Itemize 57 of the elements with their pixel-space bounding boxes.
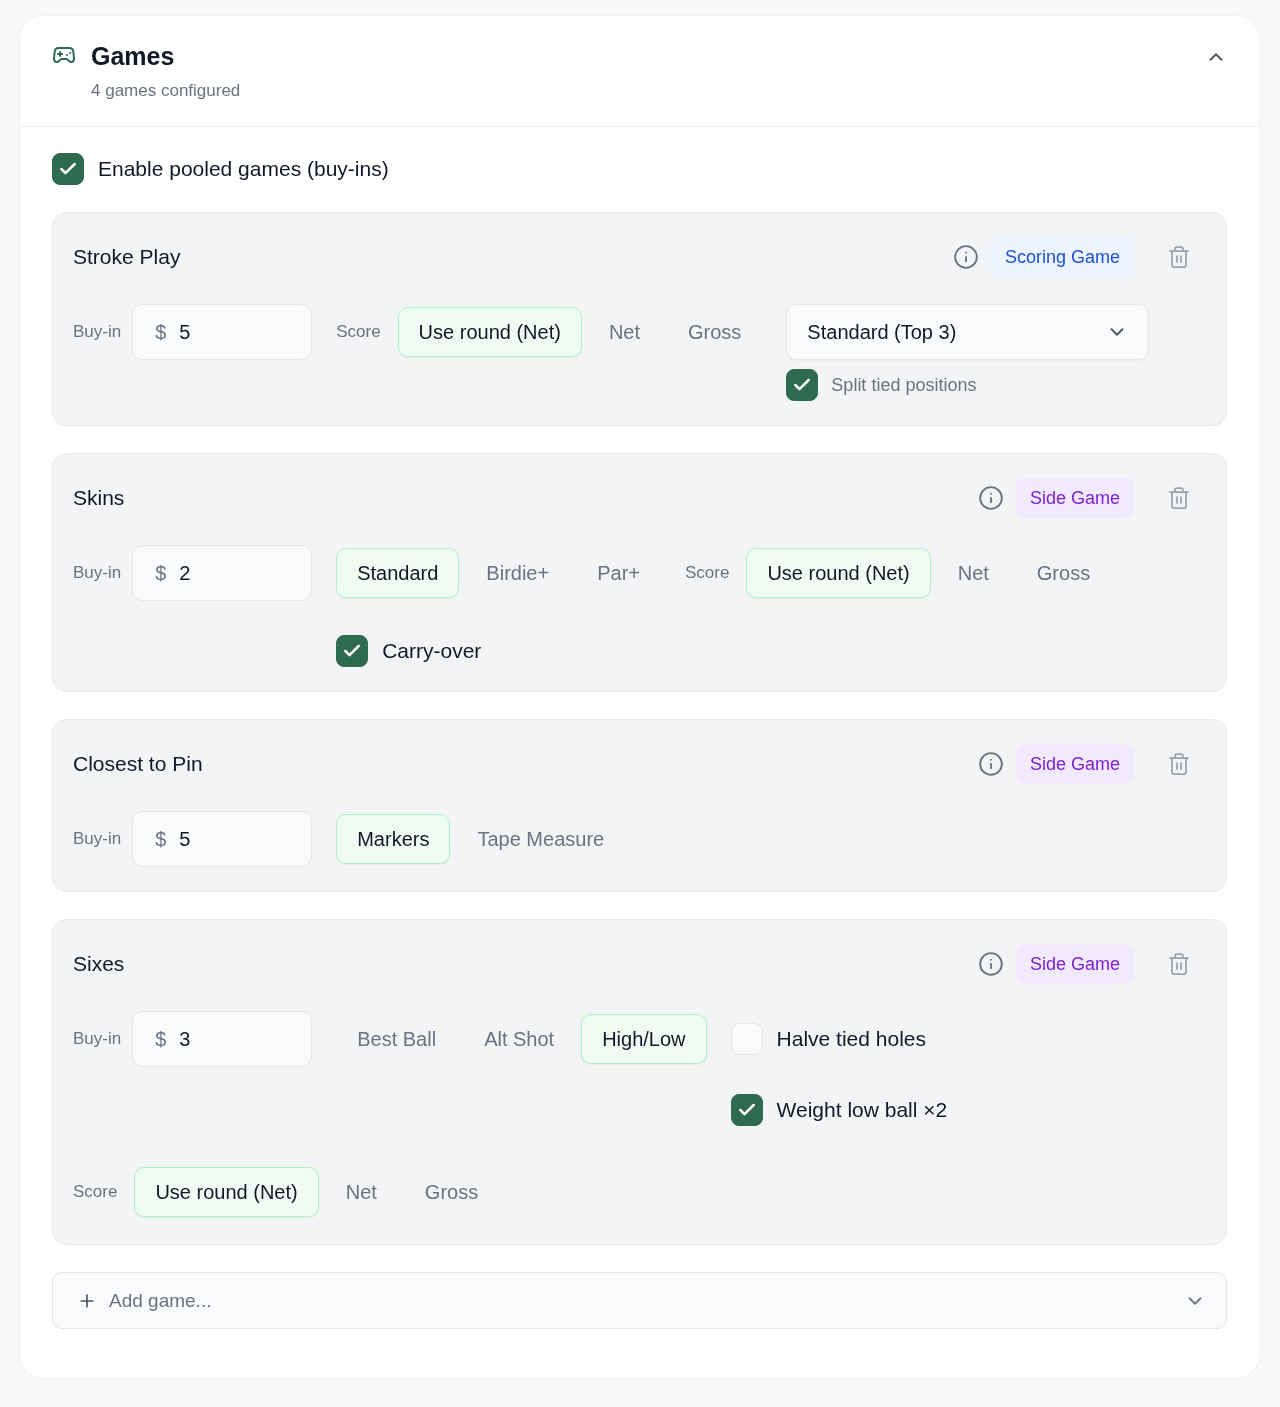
field-label: Buy-in	[73, 563, 122, 583]
checkbox[interactable]	[52, 153, 84, 185]
checkbox-label: Split tied positions	[831, 374, 977, 396]
field-label: Score	[336, 322, 381, 342]
segment-button[interactable]: Gross	[403, 1167, 500, 1217]
field-label: Score	[685, 563, 730, 583]
segment-button[interactable]: Best Ball	[336, 1014, 458, 1064]
buyin-field[interactable]: $ 5	[132, 304, 313, 360]
segment-button[interactable]: Alt Shot	[463, 1014, 576, 1064]
field-label: Buy-in	[73, 322, 122, 342]
segment-button[interactable]: Use round (Net)	[134, 1167, 319, 1217]
field-label: Score	[73, 1182, 118, 1202]
info-icon[interactable]	[952, 244, 979, 270]
segment-button[interactable]: Net	[587, 307, 661, 357]
segment-button[interactable]: Net	[936, 548, 1010, 598]
buyin-field[interactable]: $ 2	[132, 545, 313, 601]
segment-button[interactable]: Markers	[336, 814, 451, 864]
segment-button[interactable]: Tape Measure	[456, 814, 626, 864]
panel-subtitle: 4 games configured	[91, 80, 241, 102]
game-title: Closest to Pin	[73, 752, 203, 776]
checkbox-label: Carry-over	[382, 639, 482, 663]
checkbox-label: Enable pooled games (buy-ins)	[98, 157, 389, 181]
game-title: Stroke Play	[73, 245, 181, 269]
buyin-field[interactable]: $ 3	[132, 1011, 313, 1067]
checkbox[interactable]	[730, 1094, 763, 1126]
segment-button[interactable]: Use round (Net)	[397, 307, 582, 357]
trash-icon	[1167, 245, 1191, 269]
game-type-tag: Side Game	[1015, 944, 1134, 984]
segment-button[interactable]: Use round (Net)	[746, 548, 931, 598]
buyin-field[interactable]: $ 5	[132, 811, 313, 867]
info-icon[interactable]	[977, 751, 1004, 777]
field-label: Buy-in	[73, 1029, 122, 1049]
checkbox[interactable]	[786, 369, 819, 401]
trash-icon	[1167, 952, 1191, 976]
segment-button[interactable]: Net	[324, 1167, 398, 1217]
segment-button[interactable]: Birdie+	[465, 548, 571, 598]
segment-button[interactable]: Standard	[336, 548, 460, 598]
field-label: Buy-in	[73, 829, 122, 849]
trash-icon	[1167, 752, 1191, 776]
checkbox-label: Halve tied holes	[776, 1027, 926, 1051]
info-icon[interactable]	[977, 951, 1004, 977]
segment-button[interactable]: Par+	[576, 548, 661, 598]
game-title: Sixes	[73, 952, 125, 976]
segment-button[interactable]: Gross	[1015, 548, 1112, 598]
segment-button[interactable]: High/Low	[581, 1014, 707, 1064]
game-type-tag: Side Game	[1015, 744, 1134, 784]
info-icon[interactable]	[977, 485, 1004, 511]
game-title: Skins	[73, 486, 125, 510]
add-game-select[interactable]: Add game...	[52, 1272, 1227, 1329]
game-type-tag: Scoring Game	[990, 237, 1134, 277]
select-dropdown[interactable]: Standard (Top 3)	[786, 304, 1150, 360]
trash-icon	[1167, 486, 1191, 510]
checkbox[interactable]	[336, 635, 369, 667]
panel-title: Games	[91, 41, 175, 72]
segment-button[interactable]: Gross	[667, 307, 763, 357]
game-type-tag: Side Game	[1015, 478, 1134, 518]
checkbox-label: Weight low ball ×2	[776, 1098, 948, 1122]
